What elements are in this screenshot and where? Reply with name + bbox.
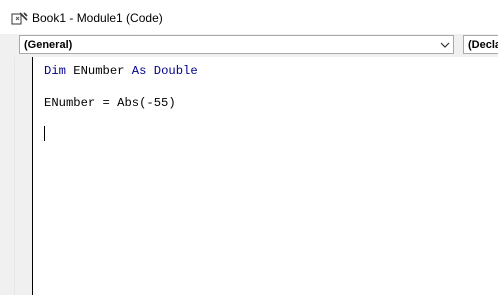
keyword-dim: Dim bbox=[44, 64, 66, 78]
code-editor[interactable]: Dim ENumber As Double ENumber = Abs(-55) bbox=[0, 57, 498, 295]
window-title: Book1 - Module1 (Code) bbox=[32, 11, 163, 25]
keyword-as: As bbox=[131, 64, 147, 78]
object-dropdown[interactable]: (General) bbox=[19, 35, 454, 54]
margin-indicator-bar[interactable] bbox=[0, 57, 32, 295]
text-caret bbox=[44, 126, 45, 141]
chevron-down-icon[interactable] bbox=[440, 40, 450, 48]
vba-code-window: Book1 - Module1 (Code) (General) (Decla … bbox=[0, 0, 498, 295]
variable-name: ENumber bbox=[65, 64, 132, 78]
vba-module-icon bbox=[11, 11, 29, 27]
code-line-2[interactable]: ENumber = Abs(-55) bbox=[44, 96, 176, 110]
code-window-toolbar: (General) (Decla bbox=[0, 34, 498, 57]
object-dropdown-value: (General) bbox=[24, 39, 73, 51]
procedure-dropdown[interactable]: (Decla bbox=[463, 35, 498, 54]
keyword-double: Double bbox=[153, 64, 198, 78]
code-line-1[interactable]: Dim ENumber As Double bbox=[44, 64, 198, 78]
title-bar[interactable]: Book1 - Module1 (Code) bbox=[0, 0, 498, 34]
margin-divider bbox=[32, 57, 33, 295]
margin-indicator-strip bbox=[14, 57, 32, 295]
procedure-dropdown-value: (Decla bbox=[468, 39, 498, 51]
